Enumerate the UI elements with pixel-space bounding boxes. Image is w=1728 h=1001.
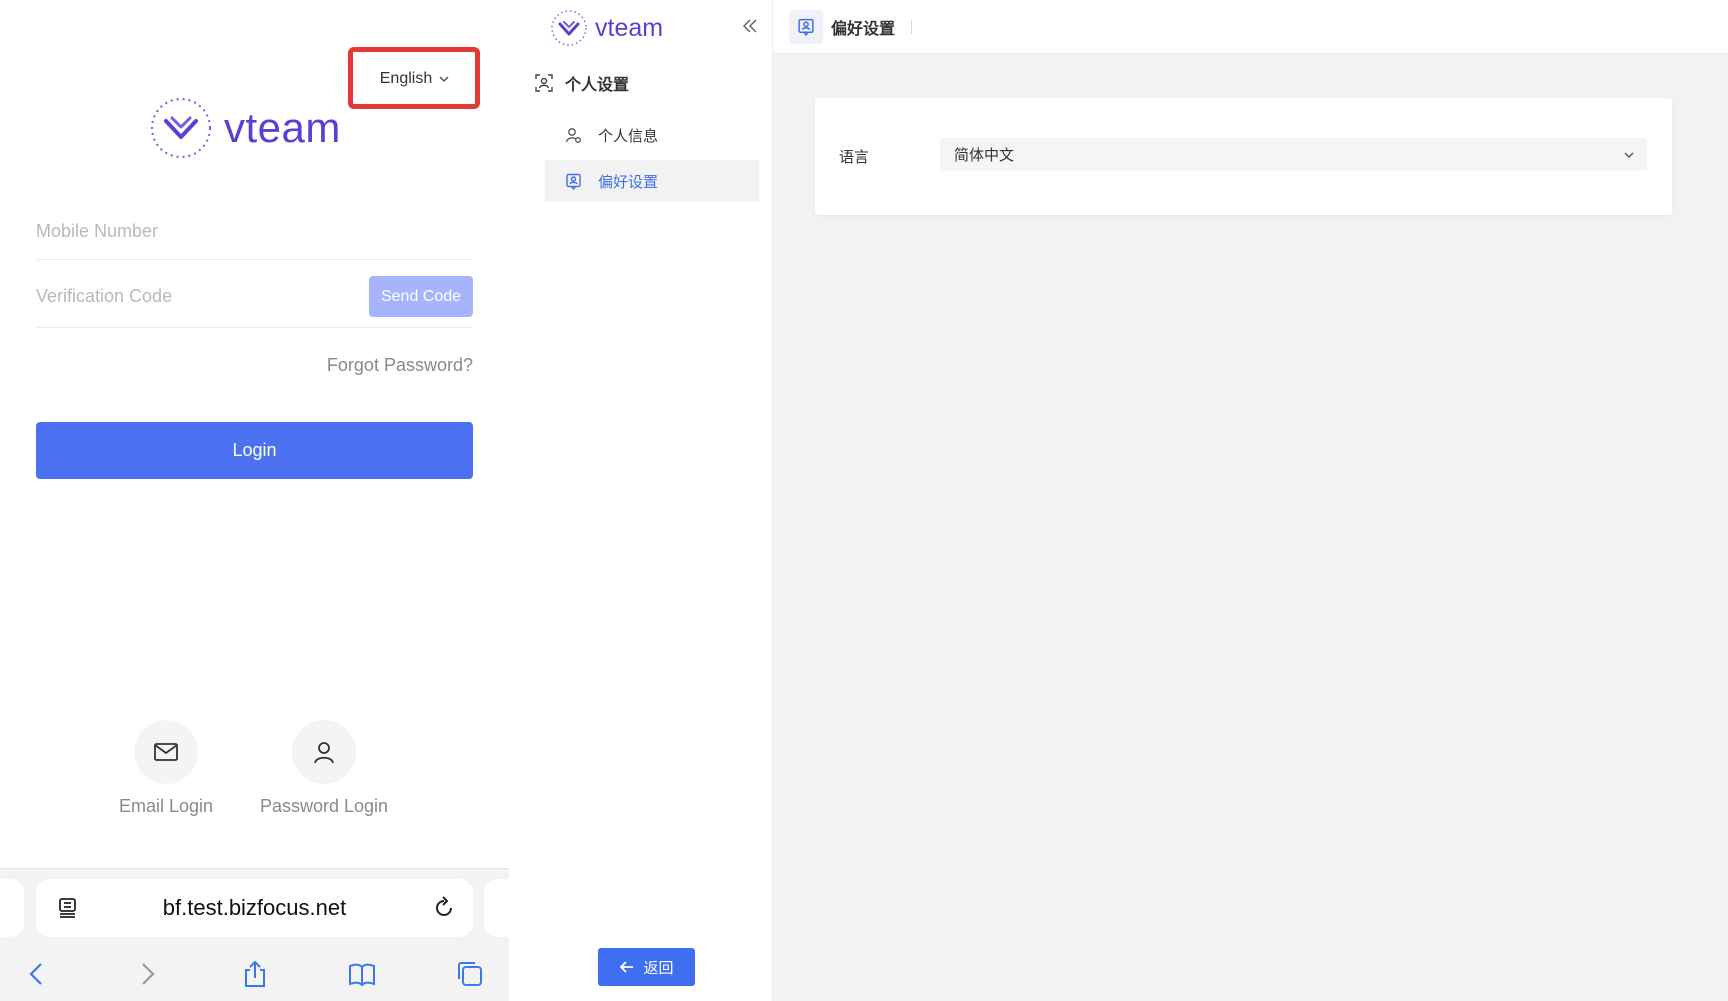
share-button[interactable] <box>238 957 272 991</box>
forward-nav-button[interactable] <box>130 957 164 991</box>
sidebar: vteam 个人设置 个人信息 偏好设置 返回 <box>509 0 773 1001</box>
header-divider <box>911 19 913 34</box>
sidebar-item-label: 个人信息 <box>598 127 659 145</box>
share-icon <box>245 960 265 987</box>
sidebar-item-preferences[interactable]: 偏好设置 <box>545 160 759 202</box>
page-menu-icon[interactable] <box>56 896 80 920</box>
chevron-left-icon <box>29 963 42 985</box>
browser-nav-row <box>0 949 509 999</box>
collapse-sidebar-icon[interactable] <box>741 17 759 35</box>
password-login-label: Password Login <box>259 796 389 816</box>
send-code-button[interactable]: Send Code <box>369 276 473 317</box>
back-button[interactable]: 返回 <box>598 948 695 986</box>
password-login-option[interactable]: Password Login <box>260 720 388 817</box>
language-select[interactable]: 简体中文 <box>940 138 1647 171</box>
email-login-circle[interactable] <box>134 720 198 784</box>
previous-tab-pill[interactable] <box>0 879 24 937</box>
language-label: 语言 <box>839 149 870 166</box>
forgot-password-link[interactable]: Forgot Password? <box>327 355 473 376</box>
email-login-option[interactable]: Email Login <box>106 720 226 817</box>
mobile-number-input[interactable] <box>36 221 473 242</box>
vteam-wordmark: vteam <box>224 104 341 151</box>
back-button-label: 返回 <box>643 959 674 977</box>
sidebar-item-label: 偏好设置 <box>598 173 659 191</box>
vteam-logo: vteam <box>148 92 388 164</box>
bookmarks-button[interactable] <box>345 957 379 991</box>
book-icon <box>349 963 375 987</box>
reload-icon[interactable] <box>431 895 457 921</box>
vteam-wordmark: vteam <box>595 13 664 42</box>
password-login-circle[interactable] <box>292 720 356 784</box>
back-nav-button[interactable] <box>20 957 54 991</box>
sidebar-group-label: 个人设置 <box>565 77 630 94</box>
user-icon <box>314 742 334 764</box>
email-login-label: Email Login <box>118 796 214 816</box>
mail-icon <box>154 743 178 761</box>
sidebar-item-personal-info[interactable]: 个人信息 <box>545 114 759 156</box>
preferences-icon <box>798 18 814 36</box>
chevron-down-icon <box>439 76 449 83</box>
tabs-icon <box>458 962 482 986</box>
address-bar[interactable]: bf.test.bizfocus.net <box>36 879 473 937</box>
vteam-logo-mark-icon <box>151 98 211 158</box>
browser-toolbar: bf.test.bizfocus.net <box>0 868 524 1001</box>
preferences-card: 语言 简体中文 <box>815 98 1672 215</box>
user-settings-icon <box>565 127 581 143</box>
language-switch[interactable]: English <box>360 64 470 94</box>
sidebar-logo: vteam <box>549 8 663 48</box>
sidebar-group-personal-settings[interactable]: 个人设置 <box>535 70 629 96</box>
page-header: 偏好设置 <box>773 0 1728 54</box>
language-switch-label: English <box>379 70 433 87</box>
arrow-left-icon <box>620 961 634 973</box>
chevron-right-icon <box>142 963 155 985</box>
face-scan-icon <box>535 74 553 92</box>
language-select-value: 简体中文 <box>954 147 1015 164</box>
mobile-login-screen: English vteam Send Code Forgot Password?… <box>0 0 524 1001</box>
tabs-button[interactable] <box>453 957 487 991</box>
preferences-icon <box>566 173 581 190</box>
screenshot-root: English vteam Send Code Forgot Password?… <box>0 0 1728 1001</box>
page-title: 偏好设置 <box>831 20 896 38</box>
login-button[interactable]: Login <box>36 422 473 479</box>
page-icon-box <box>789 9 823 44</box>
mobile-number-field <box>36 204 473 260</box>
desktop-preferences-screen: vteam 个人设置 个人信息 偏好设置 返回 偏好设置 语言 简体中文 <box>509 0 1728 1001</box>
verification-code-input[interactable] <box>36 286 326 307</box>
verification-code-field: Send Code <box>36 266 473 328</box>
chevron-down-icon <box>1624 152 1634 158</box>
address-bar-url: bf.test.bizfocus.net <box>162 895 347 920</box>
vteam-logo-mark-icon <box>551 10 587 46</box>
main-content: 偏好设置 语言 简体中文 <box>773 0 1728 1001</box>
